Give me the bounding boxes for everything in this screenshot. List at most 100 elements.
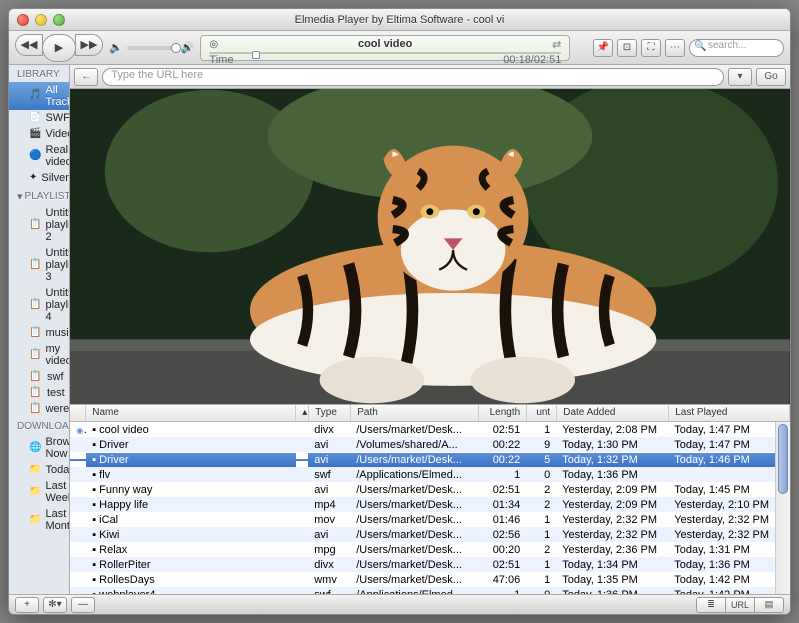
column-name[interactable]: Name: [86, 405, 296, 421]
cell-unt: 2: [526, 483, 556, 497]
cell-path: /Users/market/Desk...: [350, 573, 478, 587]
remove-button[interactable]: —: [71, 597, 95, 613]
go-button[interactable]: Go: [756, 68, 786, 86]
playing-indicator: ◉: [70, 423, 86, 437]
scroll-thumb[interactable]: [778, 424, 788, 494]
table-row[interactable]: ▪ Relaxmpg/Users/market/Desk...00:202Yes…: [70, 542, 775, 557]
lcd-display: ◎ cool video ⇄ Time 00:18/02:51: [200, 35, 570, 61]
table-row[interactable]: ▪ Funny wayavi/Users/market/Desk...02:51…: [70, 482, 775, 497]
cell-path: /Users/market/Desk...: [350, 528, 478, 542]
cell-unt: 1: [526, 423, 556, 437]
seek-bar[interactable]: [209, 52, 561, 54]
column-last-played[interactable]: Last Played: [669, 405, 790, 421]
table-row[interactable]: ▪ Driveravi/Users/market/Desk...00:225To…: [70, 452, 775, 467]
table-row[interactable]: ▪ Happy life mp4/Users/market/Desk...01:3…: [70, 497, 775, 512]
table-row[interactable]: ▪ webplayer4swf/Applications/Elmed...10T…: [70, 587, 775, 594]
cell-date-added: Yesterday, 2:32 PM: [556, 528, 668, 542]
playing-indicator: [70, 519, 86, 521]
column-sort-icon[interactable]: ▴: [296, 405, 309, 421]
table-row[interactable]: ◉▪ cool videodivx/Users/market/Desk...02…: [70, 422, 775, 437]
table-body[interactable]: ◉▪ cool videodivx/Users/market/Desk...02…: [70, 422, 775, 594]
window-title: Elmedia Player by Eltima Software - cool…: [295, 14, 505, 26]
cell-last-played: [668, 474, 775, 476]
cell-type: swf: [308, 468, 350, 482]
cell-date-added: Today, 1:36 PM: [556, 468, 668, 482]
column-path[interactable]: Path: [351, 405, 479, 421]
sidebar-item[interactable]: 📋test: [9, 385, 69, 401]
sidebar-item[interactable]: 📋Untitled playlist 2: [9, 205, 69, 245]
search-input[interactable]: search...: [689, 39, 784, 57]
next-button[interactable]: ▶▶: [75, 34, 103, 56]
cell-date-added: Yesterday, 2:36 PM: [556, 543, 668, 557]
cell-unt: 0: [526, 468, 556, 482]
more-button[interactable]: ⋯: [665, 39, 685, 57]
cell-date-added: Today, 1:32 PM: [556, 453, 668, 467]
column-unt[interactable]: unt: [527, 405, 557, 421]
back-button[interactable]: ←: [74, 68, 98, 86]
url-input[interactable]: Type the URL here: [102, 68, 724, 86]
sidebar-item[interactable]: 🌐 Browse Now: [9, 434, 69, 462]
view-url-button[interactable]: URL: [725, 597, 755, 613]
cell-type: mp4: [308, 498, 350, 512]
cell-path: /Volumes/shared/A...: [350, 438, 478, 452]
cell-path: /Users/market/Desk...: [350, 483, 478, 497]
view-grid-button[interactable]: ▤: [754, 597, 784, 613]
cell-length: 00:20: [478, 543, 526, 557]
close-button[interactable]: [17, 14, 29, 26]
sidebar-item[interactable]: 📋Untitled playlist 4: [9, 285, 69, 325]
cell-name: ▪ Kiwi: [86, 528, 296, 542]
fullscreen-button[interactable]: ⛶: [641, 39, 661, 57]
sidebar-item[interactable]: 📁Last Month: [9, 506, 69, 534]
volume-control[interactable]: 🔈 🔊: [109, 41, 194, 54]
table-row[interactable]: ▪ flvswf/Applications/Elmed...10Today, 1…: [70, 467, 775, 482]
table-row[interactable]: ▪ iCalmov/Users/market/Desk...01:461Yest…: [70, 512, 775, 527]
cell-date-added: Yesterday, 2:09 PM: [556, 498, 668, 512]
transport-controls: ◀◀ ▶ ▶▶: [15, 34, 103, 62]
sidebar-header[interactable]: ▾PLAYLISTS: [9, 186, 69, 205]
titlebar[interactable]: Elmedia Player by Eltima Software - cool…: [9, 9, 790, 31]
sidebar-item-icon: ✦: [29, 172, 37, 184]
sidebar-item[interactable]: 📄SWF: [9, 110, 69, 126]
column-date-added[interactable]: Date Added: [557, 405, 669, 421]
sidebar-item-icon: 🌐: [29, 442, 41, 454]
previous-button[interactable]: ◀◀: [15, 34, 43, 56]
vertical-scrollbar[interactable]: [775, 422, 790, 594]
fit-button[interactable]: ⊡: [617, 39, 637, 57]
cell-length: 01:34: [478, 498, 526, 512]
sidebar-item[interactable]: 📋Untitled playlist 3: [9, 245, 69, 285]
table-row[interactable]: ▪ RollerPiterdivx/Users/market/Desk...02…: [70, 557, 775, 572]
sidebar-item-label: Browse Now: [45, 436, 70, 460]
cell-path: /Users/market/Desk...: [350, 498, 478, 512]
sidebar-item[interactable]: 📋werewr: [9, 401, 69, 417]
table-row[interactable]: ▪ Kiwiavi/Users/market/Desk...02:561Yest…: [70, 527, 775, 542]
zoom-button[interactable]: [53, 14, 65, 26]
column-playing[interactable]: [70, 405, 86, 421]
play-button[interactable]: ▶: [42, 34, 76, 62]
sidebar-item[interactable]: 📁Today: [9, 462, 69, 478]
table-row[interactable]: ▪ Driveravi/Volumes/shared/A...00:229Tod…: [70, 437, 775, 452]
sidebar-item[interactable]: 🎵All Tracks: [9, 82, 69, 110]
sidebar-item[interactable]: 📋my videos: [9, 341, 69, 369]
column-type[interactable]: Type: [309, 405, 351, 421]
minimize-button[interactable]: [35, 14, 47, 26]
settings-button[interactable]: ✻▾: [43, 597, 67, 613]
url-dropdown[interactable]: ▾: [728, 68, 752, 86]
sidebar-item[interactable]: 📁Last Week: [9, 478, 69, 506]
video-viewport[interactable]: [70, 89, 790, 404]
sidebar-item[interactable]: ✦Silverlight: [9, 170, 69, 186]
volume-slider[interactable]: [127, 46, 177, 50]
pin-button[interactable]: 📌: [593, 39, 613, 57]
sidebar-item[interactable]: 📋music: [9, 325, 69, 341]
repeat-icon[interactable]: ⇄: [552, 38, 561, 51]
track-list: Name ▴ Type Path Length unt Date Added L…: [70, 404, 790, 594]
sidebar-item[interactable]: 📋swf: [9, 369, 69, 385]
cell-name: ▪ Happy life: [86, 498, 296, 512]
sidebar-item[interactable]: 🔵Real video: [9, 142, 69, 170]
cell-name: ▪ cool video: [86, 423, 296, 437]
column-length[interactable]: Length: [479, 405, 527, 421]
playing-indicator: [70, 534, 86, 536]
sidebar-item[interactable]: 🎬Video: [9, 126, 69, 142]
add-button[interactable]: +: [15, 597, 39, 613]
table-row[interactable]: ▪ RollesDayswmv/Users/market/Desk...47:0…: [70, 572, 775, 587]
view-list-button[interactable]: ≣: [696, 597, 726, 613]
